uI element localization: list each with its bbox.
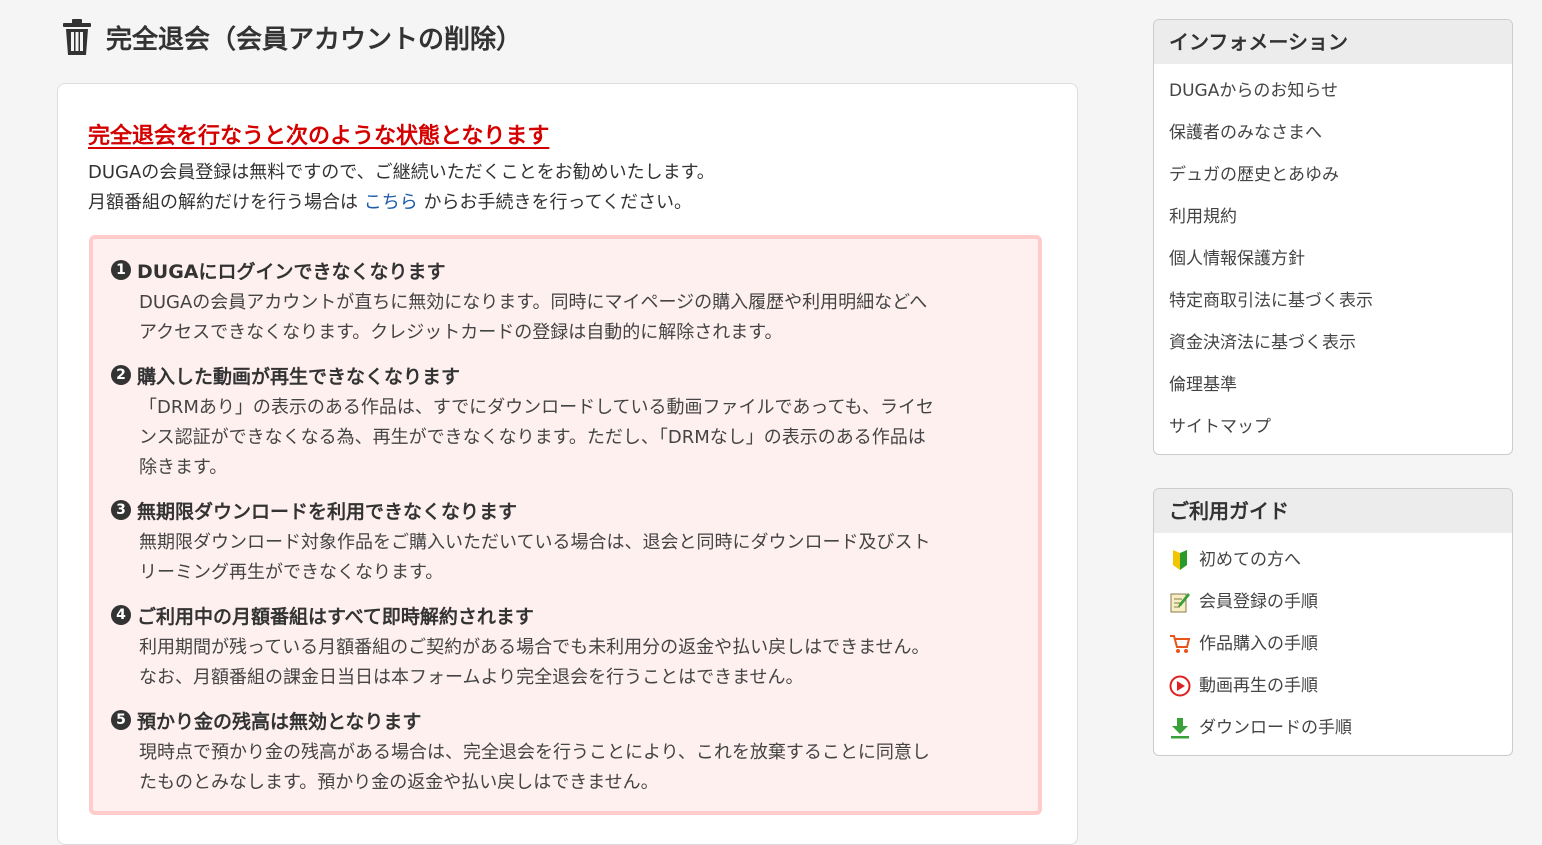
warning-item: 5 預かり金の残高は無効となります 現時点で預かり金の残高がある場合は、完全退会… bbox=[111, 706, 1026, 798]
body-line: アクセスできなくなります。クレジットカードの登録は自動的に解除されます。 bbox=[139, 322, 783, 343]
body-line: DUGAの会員アカウントが直ちに無効になります。同時にマイページの購入履歴や利用… bbox=[139, 292, 928, 313]
guide-link-label: ダウンロードの手順 bbox=[1199, 718, 1352, 738]
intro-text: DUGAの会員登録は無料ですので、ご継続いただくことをお勧めいたします。 月額番… bbox=[88, 158, 715, 218]
guide-link-beginner[interactable]: 初めての方へ bbox=[1154, 539, 1512, 581]
warning-item-body: 現時点で預かり金の残高がある場合は、完全退会を行うことにより、これを放棄すること… bbox=[139, 738, 1026, 798]
guide-links: 初めての方へ 会員登録の手順 作品購入の手順 動画再生の手順 ダウンロードの手順 bbox=[1154, 533, 1512, 755]
body-line: ンス認証ができなくなる為、再生ができなくなります。ただし、「DRMなし」の表示の… bbox=[139, 427, 926, 448]
body-line: 除きます。 bbox=[139, 457, 228, 478]
download-icon bbox=[1171, 718, 1189, 739]
number-badge: 5 bbox=[111, 710, 131, 730]
warning-item-heading: 無期限ダウンロードを利用できなくなります bbox=[137, 500, 518, 523]
intro-line-2: 月額番組の解約だけを行う場合は こちら からお手続きを行ってください。 bbox=[88, 188, 715, 218]
info-link-parents[interactable]: 保護者のみなさまへ bbox=[1154, 112, 1512, 154]
guide-link-label: 初めての方へ bbox=[1199, 550, 1301, 570]
body-line: なお、月額番組の課金日当日は本フォームより完全退会を行うことはできません。 bbox=[139, 667, 804, 688]
notepad-pencil-icon bbox=[1170, 593, 1190, 613]
body-line: たものとみなします。預かり金の返金や払い戻しはできません。 bbox=[139, 772, 659, 793]
trash-icon bbox=[63, 19, 91, 55]
warning-item: 4 ご利用中の月額番組はすべて即時解約されます 利用期間が残っている月額番組のご… bbox=[111, 601, 1026, 693]
number-badge: 3 bbox=[111, 500, 131, 520]
warning-item: 2 購入した動画が再生できなくなります 「DRMあり」の表示のある作品は、すでに… bbox=[111, 361, 1026, 483]
beginner-mark-icon bbox=[1173, 550, 1187, 570]
warning-item-body: 「DRMあり」の表示のある作品は、すでにダウンロードしている動画ファイルであって… bbox=[139, 393, 1026, 483]
body-line: 利用期間が残っている月額番組のご契約がある場合でも未利用分の返金や払い戻しはでき… bbox=[139, 637, 930, 658]
number-badge: 2 bbox=[111, 365, 131, 385]
warning-item-heading: 預かり金の残高は無効となります bbox=[137, 710, 422, 733]
guide-panel: ご利用ガイド 初めての方へ 会員登録の手順 作品購入の手順 動画再生の手順 ダウ… bbox=[1153, 488, 1513, 756]
body-line: 現時点で預かり金の残高がある場合は、完全退会を行うことにより、これを放棄すること… bbox=[139, 742, 930, 763]
warning-item-body: 無期限ダウンロード対象作品をご購入いただいている場合は、退会と同時にダウンロード… bbox=[139, 528, 1026, 588]
guide-link-download[interactable]: ダウンロードの手順 bbox=[1154, 707, 1512, 749]
body-line: リーミング再生ができなくなります。 bbox=[139, 562, 444, 583]
warning-item-body: 利用期間が残っている月額番組のご契約がある場合でも未利用分の返金や払い戻しはでき… bbox=[139, 633, 1026, 693]
guide-link-label: 動画再生の手順 bbox=[1199, 676, 1318, 696]
info-link-privacy[interactable]: 個人情報保護方針 bbox=[1154, 238, 1512, 280]
info-link-terms[interactable]: 利用規約 bbox=[1154, 196, 1512, 238]
warning-box: 1 DUGAにログインできなくなります DUGAの会員アカウントが直ちに無効にな… bbox=[89, 235, 1042, 815]
body-line: 無期限ダウンロード対象作品をご購入いただいている場合は、退会と同時にダウンロード… bbox=[139, 532, 931, 553]
page-title: 完全退会（会員アカウントの削除） bbox=[106, 24, 523, 55]
warning-item-heading: DUGAにログインできなくなります bbox=[137, 260, 446, 283]
information-panel: インフォメーション DUGAからのお知らせ 保護者のみなさまへ デュガの歴史とあ… bbox=[1153, 19, 1513, 455]
warning-item-heading: ご利用中の月額番組はすべて即時解約されます bbox=[137, 605, 534, 628]
cart-icon bbox=[1170, 635, 1191, 653]
play-icon bbox=[1169, 675, 1191, 697]
guide-link-register[interactable]: 会員登録の手順 bbox=[1154, 581, 1512, 623]
guide-heading: ご利用ガイド bbox=[1154, 489, 1512, 533]
info-link-history[interactable]: デュガの歴史とあゆみ bbox=[1154, 154, 1512, 196]
page-title-bar: 完全退会（会員アカウントの削除） bbox=[62, 18, 522, 56]
number-badge: 1 bbox=[111, 260, 131, 280]
guide-link-playback[interactable]: 動画再生の手順 bbox=[1154, 665, 1512, 707]
info-link-ethics[interactable]: 倫理基準 bbox=[1154, 364, 1512, 406]
warning-item-body: DUGAの会員アカウントが直ちに無効になります。同時にマイページの購入履歴や利用… bbox=[139, 288, 1026, 348]
guide-link-label: 会員登録の手順 bbox=[1199, 592, 1318, 612]
warning-item: 1 DUGAにログインできなくなります DUGAの会員アカウントが直ちに無効にな… bbox=[111, 256, 1026, 348]
body-line: 「DRMあり」の表示のある作品は、すでにダウンロードしている動画ファイルであって… bbox=[139, 397, 935, 418]
information-links: DUGAからのお知らせ 保護者のみなさまへ デュガの歴史とあゆみ 利用規約 個人… bbox=[1154, 64, 1512, 454]
withdrawal-card: 完全退会を行なうと次のような状態となります DUGAの会員登録は無料ですので、ご… bbox=[57, 83, 1078, 845]
info-link-sitemap[interactable]: サイトマップ bbox=[1154, 406, 1512, 448]
number-badge: 4 bbox=[111, 605, 131, 625]
info-link-commerce-law[interactable]: 特定商取引法に基づく表示 bbox=[1154, 280, 1512, 322]
information-heading: インフォメーション bbox=[1154, 20, 1512, 64]
monthly-cancel-link[interactable]: こちら bbox=[364, 192, 418, 213]
warning-item: 3 無期限ダウンロードを利用できなくなります 無期限ダウンロード対象作品をご購入… bbox=[111, 496, 1026, 588]
warning-heading: 完全退会を行なうと次のような状態となります bbox=[88, 124, 550, 149]
guide-link-label: 作品購入の手順 bbox=[1199, 634, 1318, 654]
warning-item-heading: 購入した動画が再生できなくなります bbox=[137, 365, 461, 388]
info-link-news[interactable]: DUGAからのお知らせ bbox=[1154, 70, 1512, 112]
intro-text-before: 月額番組の解約だけを行う場合は bbox=[88, 192, 358, 213]
guide-link-purchase[interactable]: 作品購入の手順 bbox=[1154, 623, 1512, 665]
intro-line-1: DUGAの会員登録は無料ですので、ご継続いただくことをお勧めいたします。 bbox=[88, 162, 715, 183]
info-link-payment-law[interactable]: 資金決済法に基づく表示 bbox=[1154, 322, 1512, 364]
intro-text-after: からお手続きを行ってください。 bbox=[423, 192, 693, 213]
